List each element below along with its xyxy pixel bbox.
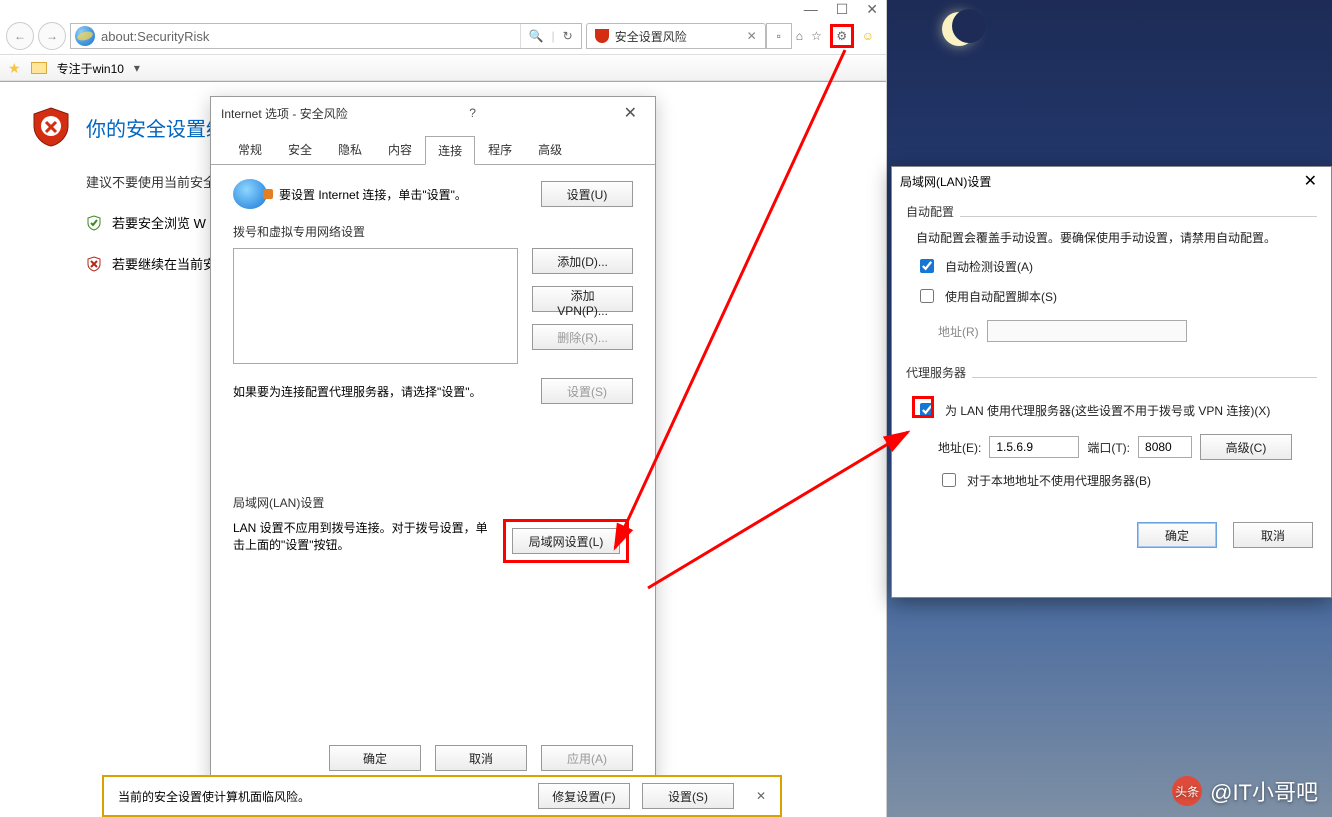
tab-bar: 安全设置风险 ✕ ▫	[586, 23, 792, 49]
lan-dialog-title: 局域网(LAN)设置	[900, 173, 991, 190]
smiley-icon[interactable]: ☺	[862, 29, 874, 43]
lan-hint: LAN 设置不应用到拨号连接。对于拨号设置，单击上面的"设置"按钮。	[233, 519, 493, 553]
proxy-checkbox-highlight	[912, 396, 934, 418]
lan-cancel-button[interactable]: 取消	[1233, 522, 1313, 548]
proxy-port-input[interactable]	[1138, 436, 1192, 458]
security-warning-bar: 当前的安全设置使计算机面临风险。 修复设置(F) 设置(S) ✕	[102, 775, 782, 817]
cancel-button[interactable]: 取消	[435, 745, 527, 771]
favorite-link[interactable]: 专注于win10	[57, 60, 124, 77]
proxy-hint: 如果要为连接配置代理服务器，请选择"设置"。	[233, 383, 482, 400]
watermark: 头条 @IT小哥吧	[1172, 775, 1318, 807]
proxy-port-label: 端口(T):	[1087, 439, 1130, 456]
add-button[interactable]: 添加(D)...	[532, 248, 633, 274]
apply-button: 应用(A)	[541, 745, 633, 771]
favorites-icon[interactable]: ☆	[811, 29, 822, 43]
lan-dialog-close-icon[interactable]: ✕	[1298, 171, 1323, 191]
ie-window: — ☐ ✕ ← → 🔍 | ↻ 安全设置风险 ✕ ▫ ⌂ ☆ ⚙	[0, 0, 887, 817]
browser-tab[interactable]: 安全设置风险 ✕	[586, 23, 766, 49]
proxy-addr-label: 地址(E):	[938, 439, 981, 456]
window-controls: — ☐ ✕	[0, 0, 886, 18]
watermark-logo-icon: 头条	[1172, 776, 1202, 806]
setup-text: 要设置 Internet 连接，单击"设置"。	[279, 186, 467, 203]
shield-icon	[595, 29, 609, 43]
favorites-bar: ★ 专注于win10 ▾	[0, 54, 886, 82]
warning-text: 当前的安全设置使计算机面临风险。	[118, 788, 310, 805]
warning-close-icon[interactable]: ✕	[756, 789, 766, 803]
setup-button[interactable]: 设置(U)	[541, 181, 633, 207]
bypass-local-checkbox[interactable]: 对于本地地址不使用代理服务器(B)	[938, 470, 1307, 490]
tab-programs[interactable]: 程序	[475, 135, 525, 164]
tab-privacy[interactable]: 隐私	[325, 135, 375, 164]
tab-title: 安全设置风险	[615, 28, 687, 45]
shield-ok-icon	[86, 215, 102, 231]
watermark-text: @IT小哥吧	[1210, 775, 1318, 807]
dialog-close-icon[interactable]: ✕	[616, 101, 645, 125]
close-icon[interactable]: ✕	[866, 2, 878, 16]
remove-button: 删除(R)...	[532, 324, 633, 350]
fix-settings-button[interactable]: 修复设置(F)	[538, 783, 630, 809]
lan-settings-dialog: 局域网(LAN)设置 ✕ 自动配置 自动配置会覆盖手动设置。要确保使用手动设置，…	[891, 166, 1332, 598]
script-addr-label: 地址(R)	[938, 323, 979, 340]
dialog-title: Internet 选项 - 安全风险	[221, 105, 348, 122]
help-icon[interactable]: ?	[469, 106, 476, 120]
dial-section-label: 拨号和虚拟专用网络设置	[233, 223, 633, 240]
refresh-icon[interactable]: ↻	[563, 29, 573, 43]
tab-connections[interactable]: 连接	[425, 136, 475, 165]
internet-options-dialog: Internet 选项 - 安全风险 ? ✕ 常规 安全 隐私 内容 连接 程序…	[210, 96, 656, 786]
ie-logo-icon	[75, 26, 95, 46]
tab-content[interactable]: 内容	[375, 135, 425, 164]
add-favorite-icon[interactable]: ★	[8, 60, 21, 77]
moon-icon	[942, 12, 976, 46]
lan-ok-button[interactable]: 确定	[1137, 522, 1217, 548]
folder-icon	[31, 62, 47, 74]
new-tab-button[interactable]: ▫	[766, 23, 792, 49]
auto-config-section: 自动配置	[906, 205, 960, 219]
back-button[interactable]: ←	[6, 22, 34, 50]
lan-button-highlight: 局域网设置(L)	[503, 519, 629, 563]
navigation-bar: ← → 🔍 | ↻ 安全设置风险 ✕ ▫ ⌂ ☆ ⚙ ☺	[0, 18, 886, 54]
lan-section-label: 局域网(LAN)设置	[233, 494, 633, 511]
security-shield-icon	[30, 106, 72, 148]
proxy-section: 代理服务器	[906, 366, 972, 380]
globe-icon	[233, 179, 267, 209]
address-actions: 🔍 | ↻	[520, 24, 581, 48]
add-vpn-button[interactable]: 添加 VPN(P)...	[532, 286, 633, 312]
auto-script-checkbox[interactable]: 使用自动配置脚本(S)	[916, 286, 1307, 306]
minimize-icon[interactable]: —	[804, 2, 818, 16]
auto-config-text: 自动配置会覆盖手动设置。要确保使用手动设置，请禁用自动配置。	[916, 229, 1307, 246]
maximize-icon[interactable]: ☐	[836, 2, 849, 16]
tab-security[interactable]: 安全	[275, 135, 325, 164]
chevron-down-icon[interactable]: ▾	[134, 61, 140, 75]
forward-button[interactable]: →	[38, 22, 66, 50]
advanced-button[interactable]: 高级(C)	[1200, 434, 1292, 460]
tab-general[interactable]: 常规	[225, 135, 275, 164]
conn-settings-button: 设置(S)	[541, 378, 633, 404]
tab-advanced[interactable]: 高级	[525, 135, 575, 164]
lan-settings-button[interactable]: 局域网设置(L)	[512, 528, 620, 554]
ok-button[interactable]: 确定	[329, 745, 421, 771]
shield-warn-icon	[86, 256, 102, 272]
bullet-text-1: 若要安全浏览 W	[112, 213, 206, 232]
home-icon[interactable]: ⌂	[796, 29, 803, 43]
auto-detect-checkbox[interactable]: 自动检测设置(A)	[916, 256, 1307, 276]
use-proxy-checkbox[interactable]: 为 LAN 使用代理服务器(这些设置不用于拨号或 VPN 连接)(X)	[916, 400, 1307, 420]
url-input[interactable]	[99, 28, 520, 45]
tab-close-icon[interactable]: ✕	[747, 29, 757, 43]
search-icon[interactable]: 🔍	[529, 29, 544, 43]
proxy-addr-input[interactable]	[989, 436, 1079, 458]
address-bar: 🔍 | ↻	[70, 23, 582, 49]
tools-gear-icon[interactable]: ⚙	[830, 24, 854, 48]
script-addr-input	[987, 320, 1187, 342]
dialog-tabs: 常规 安全 隐私 内容 连接 程序 高级	[211, 135, 655, 165]
dial-connections-list[interactable]	[233, 248, 518, 364]
warn-settings-button[interactable]: 设置(S)	[642, 783, 734, 809]
